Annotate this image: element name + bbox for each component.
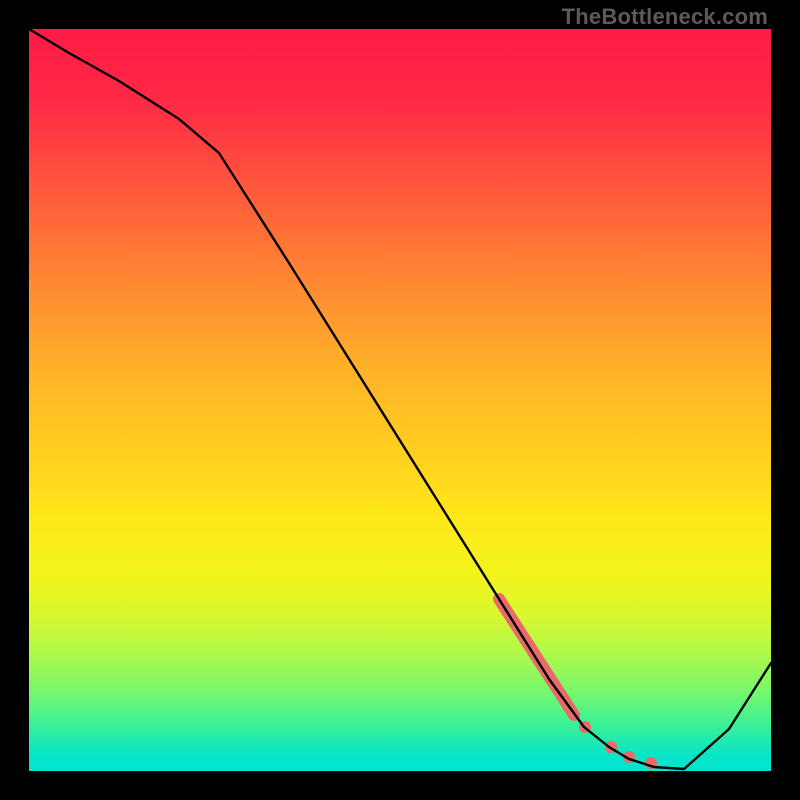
chart-plot-area <box>29 29 771 771</box>
watermark-text: TheBottleneck.com <box>562 4 768 30</box>
chart-stage: TheBottleneck.com <box>0 0 800 800</box>
